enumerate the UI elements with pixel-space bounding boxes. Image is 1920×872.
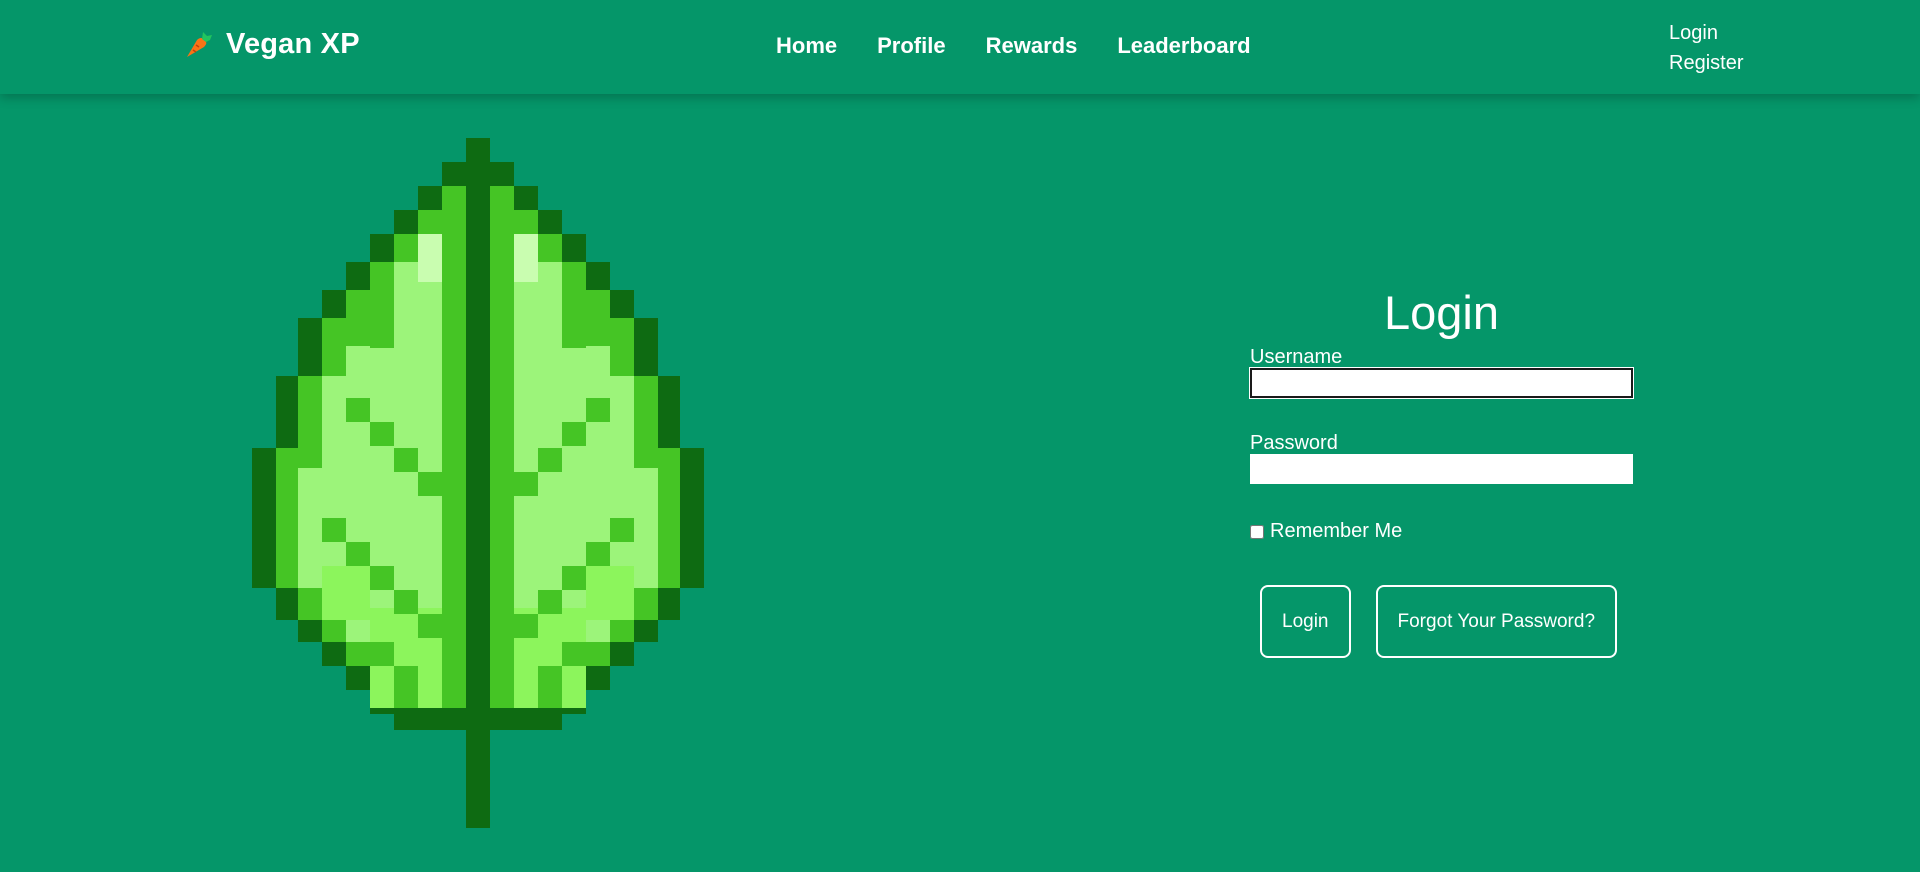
remember-me-row: Remember Me — [1250, 520, 1633, 543]
brand-name: Vegan XP — [226, 28, 360, 60]
password-input[interactable] — [1250, 454, 1633, 484]
forgot-password-button[interactable]: Forgot Your Password? — [1375, 585, 1618, 658]
auth-links: Login Register — [1669, 18, 1743, 78]
remember-me-checkbox[interactable] — [1250, 524, 1264, 539]
main-nav: Home Profile Rewards Leaderboard — [776, 32, 1251, 60]
navbar: Vegan XP Home Profile Rewards Leaderboar… — [0, 0, 1920, 94]
pixel-leaf-icon — [252, 138, 704, 828]
nav-profile[interactable]: Profile — [877, 32, 945, 60]
login-title: Login — [1384, 286, 1499, 339]
nav-login-link[interactable]: Login — [1669, 18, 1743, 48]
nav-rewards[interactable]: Rewards — [986, 32, 1078, 60]
nav-leaderboard[interactable]: Leaderboard — [1117, 32, 1250, 60]
password-label: Password — [1250, 432, 1338, 454]
form-actions: Login Forgot Your Password? — [1260, 585, 1633, 658]
remember-me-label: Remember Me — [1270, 520, 1403, 542]
carrot-icon — [184, 30, 214, 60]
nav-register-link[interactable]: Register — [1669, 48, 1743, 78]
pixel-leaf-illustration — [252, 138, 704, 828]
login-form: Login Username Password Remember Me Logi… — [1250, 280, 1633, 658]
nav-home[interactable]: Home — [776, 32, 837, 60]
username-label: Username — [1250, 346, 1343, 368]
username-input[interactable] — [1250, 368, 1633, 398]
login-button[interactable]: Login — [1260, 585, 1351, 658]
brand-link[interactable]: Vegan XP — [184, 28, 360, 61]
